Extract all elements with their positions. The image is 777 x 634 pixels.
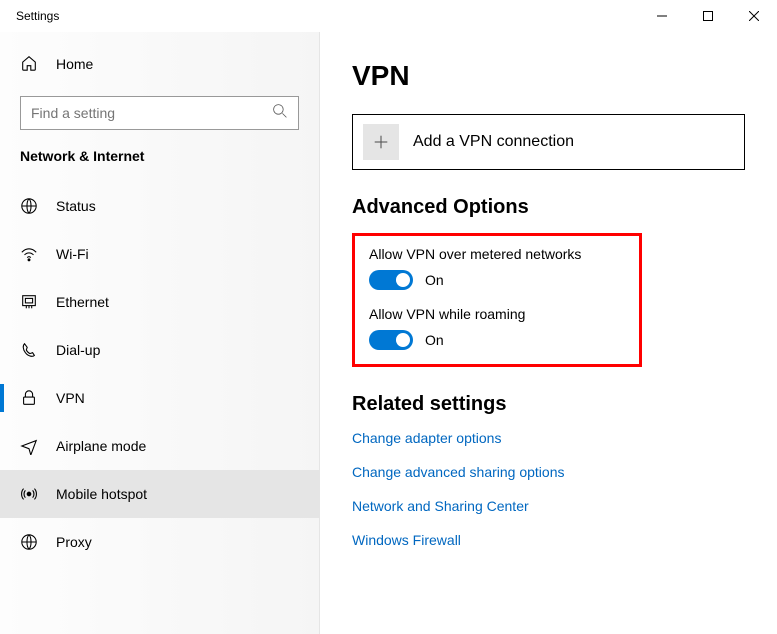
home-label: Home xyxy=(56,56,93,72)
ethernet-icon xyxy=(20,293,38,311)
link-network-center[interactable]: Network and Sharing Center xyxy=(352,498,745,514)
link-windows-firewall[interactable]: Windows Firewall xyxy=(352,532,745,548)
sidebar-section-title: Network & Internet xyxy=(0,148,319,182)
search-icon xyxy=(272,103,288,124)
roaming-toggle[interactable] xyxy=(369,330,413,350)
advanced-options-highlight: Allow VPN over metered networks On Allow… xyxy=(352,233,642,367)
sidebar-item-airplane[interactable]: Airplane mode xyxy=(0,422,319,470)
home-icon xyxy=(20,54,38,75)
proxy-icon xyxy=(20,533,38,551)
main-content: VPN Add a VPN connection Advanced Option… xyxy=(320,32,777,634)
roaming-state: On xyxy=(425,332,444,348)
sidebar-item-ethernet[interactable]: Ethernet xyxy=(0,278,319,326)
window-title: Settings xyxy=(16,9,639,23)
sidebar: Home Network & Internet Status Wi-Fi Eth… xyxy=(0,32,320,634)
page-title: VPN xyxy=(352,60,745,92)
metered-state: On xyxy=(425,272,444,288)
plus-icon xyxy=(363,124,399,160)
nav-label: Dial-up xyxy=(56,342,100,358)
sidebar-item-vpn[interactable]: VPN xyxy=(0,374,319,422)
dialup-icon xyxy=(20,341,38,359)
nav-label: Status xyxy=(56,198,96,214)
maximize-button[interactable] xyxy=(685,0,731,32)
vpn-icon xyxy=(20,389,38,407)
window-controls xyxy=(639,0,777,32)
search-box[interactable] xyxy=(20,96,299,130)
sidebar-item-wifi[interactable]: Wi-Fi xyxy=(0,230,319,278)
home-link[interactable]: Home xyxy=(0,44,319,84)
status-icon xyxy=(20,197,38,215)
nav-label: Mobile hotspot xyxy=(56,486,147,502)
metered-label: Allow VPN over metered networks xyxy=(369,246,625,262)
airplane-icon xyxy=(20,437,38,455)
nav-label: Ethernet xyxy=(56,294,109,310)
nav-list: Status Wi-Fi Ethernet Dial-up VPN Airpla… xyxy=(0,182,319,634)
link-sharing-options[interactable]: Change advanced sharing options xyxy=(352,464,745,480)
nav-label: Airplane mode xyxy=(56,438,146,454)
advanced-options-heading: Advanced Options xyxy=(352,196,745,219)
sidebar-item-status[interactable]: Status xyxy=(0,182,319,230)
metered-toggle[interactable] xyxy=(369,270,413,290)
add-vpn-label: Add a VPN connection xyxy=(413,133,574,151)
search-input[interactable] xyxy=(31,105,272,121)
add-vpn-button[interactable]: Add a VPN connection xyxy=(352,114,745,170)
wifi-icon xyxy=(20,245,38,263)
hotspot-icon xyxy=(20,485,38,503)
nav-label: Wi-Fi xyxy=(56,246,89,262)
related-settings-heading: Related settings xyxy=(352,393,745,416)
sidebar-item-proxy[interactable]: Proxy xyxy=(0,518,319,566)
roaming-label: Allow VPN while roaming xyxy=(369,306,625,322)
titlebar: Settings xyxy=(0,0,777,32)
sidebar-item-hotspot[interactable]: Mobile hotspot xyxy=(0,470,319,518)
nav-label: Proxy xyxy=(56,534,92,550)
link-adapter-options[interactable]: Change adapter options xyxy=(352,430,745,446)
nav-label: VPN xyxy=(56,390,85,406)
sidebar-item-dialup[interactable]: Dial-up xyxy=(0,326,319,374)
minimize-button[interactable] xyxy=(639,0,685,32)
close-button[interactable] xyxy=(731,0,777,32)
